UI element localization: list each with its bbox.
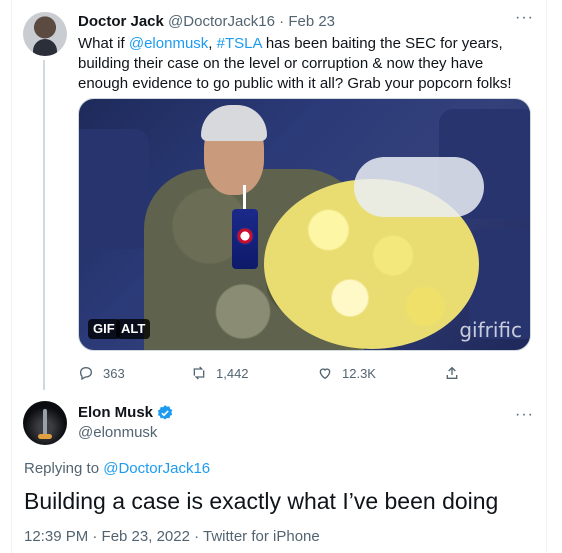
cap-graphic <box>201 105 267 141</box>
tweet1-more-icon[interactable]: ··· <box>515 10 534 26</box>
hashtag-tsla-link[interactable]: #TSLA <box>217 35 262 52</box>
theater-seat <box>79 129 149 249</box>
retweet-count: 1,442 <box>216 365 249 381</box>
verified-badge-icon <box>157 405 173 420</box>
tweet1-text-part: , <box>208 35 217 52</box>
tweet2-timestamp[interactable]: 12:39 PM · Feb 23, 2022 · Twitter for iP… <box>24 527 320 547</box>
tweet1-header: Doctor Jack @DoctorJack16 · Feb 23 <box>78 12 335 32</box>
tweet1-date[interactable]: Feb 23 <box>288 13 335 30</box>
tweet1-action-bar: 363 1,442 12.3K <box>78 363 468 383</box>
reply-count: 363 <box>103 365 125 381</box>
tweet1-separator: · <box>279 13 285 30</box>
popcorn-bag-graphic <box>354 157 484 217</box>
like-count: 12.3K <box>342 365 376 381</box>
like-button[interactable]: 12.3K <box>317 363 376 383</box>
tweet1-display-name[interactable]: Doctor Jack <box>78 13 164 30</box>
tweet2-display-name-row[interactable]: Elon Musk <box>78 403 174 423</box>
tweet2-handle[interactable]: @elonmusk <box>78 423 157 443</box>
mention-elonmusk-link[interactable]: @elonmusk <box>129 35 208 52</box>
gif-badge: GIF <box>88 319 120 339</box>
tweet2-display-name[interactable]: Elon Musk <box>78 403 153 423</box>
tweet1-handle[interactable]: @DoctorJack16 <box>168 13 275 30</box>
retweet-button[interactable]: 1,442 <box>191 363 249 383</box>
share-button[interactable] <box>444 363 460 383</box>
tweet1-text-part: What if <box>78 35 129 52</box>
replying-to-handle-link[interactable]: @DoctorJack16 <box>103 460 210 477</box>
replying-to-prefix: Replying to <box>24 460 104 477</box>
alt-text-badge[interactable]: ALT <box>116 319 151 339</box>
tweet1-text: What if @elonmusk, #TSLA has been baitin… <box>78 34 534 94</box>
reply-icon <box>79 366 93 381</box>
gifrific-watermark: gifrific <box>459 318 522 342</box>
reply-button[interactable]: 363 <box>78 363 125 383</box>
like-icon <box>319 368 331 380</box>
soda-cup-graphic <box>232 209 258 269</box>
doctor-jack-avatar[interactable] <box>23 12 67 56</box>
tweet2-text: Building a case is exactly what I’ve bee… <box>24 488 499 514</box>
tweet1-gif-media[interactable]: gifrific GIF ALT <box>78 98 531 351</box>
replying-to-line: Replying to @DoctorJack16 <box>24 459 210 479</box>
share-icon <box>446 366 458 379</box>
retweet-icon <box>193 366 205 380</box>
elon-musk-avatar[interactable] <box>23 401 67 445</box>
tweet2-more-icon[interactable]: ··· <box>515 407 534 423</box>
thread-connector-line <box>43 60 45 390</box>
